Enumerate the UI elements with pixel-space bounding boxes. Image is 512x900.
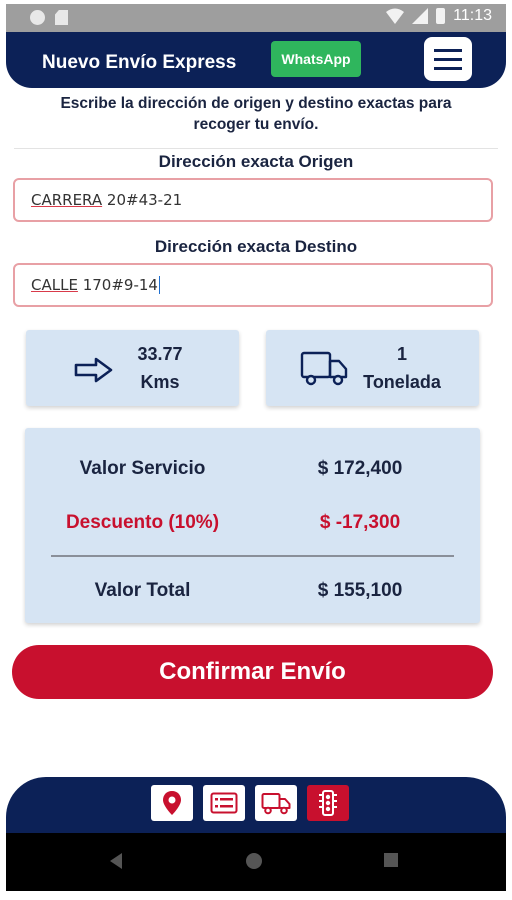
discount-value: $ -17,300 xyxy=(319,512,401,533)
whatsapp-button[interactable]: WhatsApp xyxy=(271,41,361,77)
location-pin-icon xyxy=(163,791,181,815)
arrow-right-icon xyxy=(74,357,113,383)
signal-icon xyxy=(412,8,429,24)
weight-card: 1 Tonelada xyxy=(266,330,479,406)
destination-address-input[interactable]: CALLE 170#9-14 xyxy=(13,263,493,307)
truck-icon xyxy=(261,793,291,815)
service-value: $ 172,400 xyxy=(317,458,403,479)
divider xyxy=(14,148,498,149)
text-cursor xyxy=(158,276,161,294)
total-value: $ 155,100 xyxy=(317,580,403,601)
destination-value-rest: 170#9-14 xyxy=(77,276,158,294)
distance-card: 33.77 Kms xyxy=(26,330,239,406)
page-title: Nuevo Envío Express xyxy=(42,52,237,73)
id-card-icon xyxy=(210,792,238,814)
status-clock: 11:13 xyxy=(453,7,492,24)
weight-value: 1 xyxy=(396,344,407,364)
bottom-nav xyxy=(6,777,506,833)
distance-unit: Kms xyxy=(140,372,180,392)
recents-icon[interactable] xyxy=(384,853,398,867)
origin-address-input[interactable]: CARRERA 20#43-21 xyxy=(13,178,493,222)
origin-value-rest: 20#43-21 xyxy=(102,191,183,209)
origin-value-underlined: CARRERA xyxy=(31,191,103,209)
nav-truck-button[interactable] xyxy=(255,785,297,821)
destination-label: Dirección exacta Destino xyxy=(154,237,358,256)
circle-icon xyxy=(30,10,45,25)
distance-value: 33.77 xyxy=(137,344,183,364)
confirm-shipment-button[interactable]: Confirmar Envío xyxy=(12,645,493,699)
discount-label: Descuento (10%) xyxy=(65,512,220,533)
total-label: Valor Total xyxy=(94,580,191,601)
instructions-text: Escribe la dirección de origen y destino… xyxy=(60,95,452,133)
system-nav-bar xyxy=(6,833,506,891)
truck-icon xyxy=(300,351,348,386)
home-icon[interactable] xyxy=(246,853,262,869)
origin-label: Dirección exacta Origen xyxy=(158,152,354,171)
hamburger-menu-button[interactable] xyxy=(424,37,472,81)
wifi-icon xyxy=(386,8,405,24)
price-summary-card: Valor Servicio $ 172,400 Descuento (10%)… xyxy=(25,428,480,623)
summary-divider xyxy=(51,555,454,557)
nav-traffic-light-button[interactable] xyxy=(307,785,349,821)
sd-card-icon xyxy=(55,10,68,25)
hamburger-icon xyxy=(434,48,462,52)
battery-icon xyxy=(436,8,446,24)
nav-location-button[interactable] xyxy=(151,785,193,821)
status-bar: 11:13 xyxy=(6,4,506,32)
back-icon[interactable] xyxy=(110,853,122,869)
destination-value-underlined: CALLE xyxy=(31,276,78,294)
traffic-light-icon xyxy=(319,790,337,816)
weight-unit: Tonelada xyxy=(363,372,441,392)
service-label: Valor Servicio xyxy=(79,458,206,479)
app-header: Nuevo Envío Express WhatsApp xyxy=(6,32,506,88)
nav-form-button[interactable] xyxy=(203,785,245,821)
